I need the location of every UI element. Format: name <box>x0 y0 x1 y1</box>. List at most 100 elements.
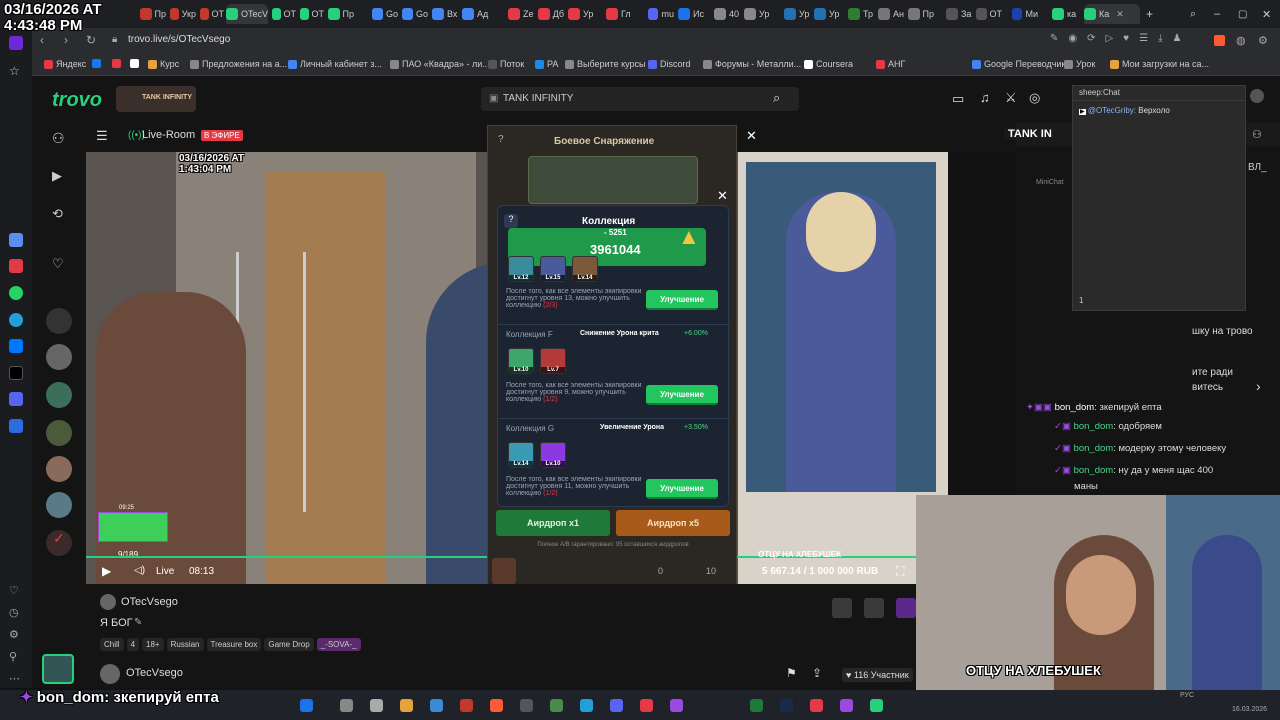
globe-icon[interactable]: ◎ <box>1029 90 1040 106</box>
app-icon[interactable] <box>580 699 593 712</box>
tag[interactable]: 4 <box>126 638 140 651</box>
app-icon[interactable] <box>9 419 23 433</box>
browser-tab[interactable]: Тр <box>848 4 874 24</box>
streamer-name[interactable]: OTecVsego <box>121 596 178 608</box>
app-icon[interactable] <box>9 259 23 273</box>
telegram-icon[interactable] <box>9 313 23 327</box>
browser-tab[interactable]: Пр <box>140 4 166 24</box>
close-window-icon[interactable]: ✕ <box>1262 4 1276 24</box>
fullscreen-icon[interactable]: ⛶ <box>896 564 904 579</box>
item-slot[interactable]: Lv.10 <box>540 442 566 468</box>
bookmark[interactable]: ПАО «Квадра» - ли... <box>390 59 490 69</box>
item-slot[interactable]: Lv.10 <box>508 348 534 374</box>
settings-icon[interactable] <box>370 699 383 712</box>
app-icon[interactable] <box>870 699 883 712</box>
flag-icon[interactable]: ⚑ <box>786 666 797 680</box>
user-avatar[interactable] <box>1250 89 1264 103</box>
bookmark[interactable]: Выберите курсы <box>565 59 646 69</box>
message-icon[interactable]: ▭ <box>952 91 964 107</box>
app-icon[interactable] <box>300 699 313 712</box>
more-icon[interactable]: ⋯ <box>9 672 23 686</box>
browser-tab[interactable]: Zе <box>508 4 534 24</box>
url-input[interactable]: trovo.live/s/OTecVsego <box>128 34 230 45</box>
emote-button[interactable] <box>832 598 852 618</box>
browser-tab[interactable]: Вх <box>432 4 458 24</box>
browser-tab[interactable]: ОТ <box>300 4 324 24</box>
menu-icon[interactable]: ☰ <box>96 128 108 144</box>
live-room-label[interactable]: Live-Room <box>142 129 195 141</box>
back-icon[interactable]: ‹ <box>40 33 44 47</box>
browser-tab[interactable]: Ан <box>878 4 904 24</box>
browser-tab[interactable]: Go <box>372 4 398 24</box>
browser-tab[interactable]: ка <box>1052 4 1080 24</box>
close-icon[interactable]: ✕ <box>746 128 757 144</box>
following-icon[interactable]: ♡ <box>52 256 64 272</box>
browser-tab[interactable]: ОТ <box>976 4 1002 24</box>
channel-avatar[interactable] <box>46 344 72 370</box>
heart-icon[interactable]: ♡ <box>9 584 23 598</box>
app-icon[interactable] <box>430 699 443 712</box>
browser-tab-active[interactable]: OTecV <box>226 4 268 24</box>
bookmark[interactable]: Яндекс <box>44 59 86 69</box>
new-tab-icon[interactable]: + <box>1146 4 1160 24</box>
gift-icon[interactable]: ⚔ <box>1005 90 1017 106</box>
emote-button[interactable] <box>896 598 916 618</box>
trovo-logo[interactable]: trovo <box>52 89 102 112</box>
browser-tab[interactable]: Ад <box>462 4 490 24</box>
search-icon[interactable]: ⌕ <box>773 90 780 106</box>
browser-tab[interactable]: Ка ✕ <box>1084 4 1140 24</box>
app-icon[interactable] <box>550 699 563 712</box>
app-icon[interactable] <box>400 699 413 712</box>
play-icon[interactable]: ▶ <box>102 564 111 578</box>
item-slot[interactable]: Lv.14 <box>508 442 534 468</box>
streamer-avatar[interactable] <box>100 594 116 610</box>
video-icon[interactable]: ▶ <box>52 168 62 184</box>
channel-avatar[interactable] <box>46 420 72 446</box>
taskbar-date[interactable]: 16.03.2026 <box>1232 706 1267 713</box>
item-slot[interactable]: Lv.7 <box>540 348 566 374</box>
bookmark-icon[interactable] <box>112 59 121 68</box>
browser-tab[interactable]: Пр <box>908 4 934 24</box>
browser-tab[interactable]: Ур <box>744 4 770 24</box>
edit-icon[interactable]: ✎ <box>134 617 142 628</box>
app-icon[interactable] <box>9 233 23 247</box>
emote-button[interactable] <box>864 598 884 618</box>
forward-icon[interactable]: › <box>64 33 68 47</box>
search-tabs-icon[interactable]: ⌕ <box>1190 4 1204 24</box>
tag[interactable]: Treasure box <box>206 638 262 651</box>
vpn-icon[interactable]: ◍ <box>1236 34 1246 47</box>
channel-avatar[interactable] <box>46 382 72 408</box>
item-slot[interactable]: Lv.15 <box>540 256 566 282</box>
browser-tab[interactable]: Гл <box>606 4 632 24</box>
share-icon[interactable]: ⇪ <box>812 666 822 680</box>
app-icon[interactable] <box>840 699 853 712</box>
upgrade-button[interactable]: Улучшение <box>646 385 718 405</box>
x-icon[interactable] <box>9 366 23 380</box>
tag[interactable]: Chill <box>100 638 124 651</box>
airdrop-x1-button[interactable]: Аирдроп x1 <box>496 510 610 536</box>
app-icon[interactable] <box>340 699 353 712</box>
toolbar-icons[interactable]: ✎◉⟳▷♥☰⤓♟ <box>1050 33 1191 44</box>
item-slot[interactable]: Lv.14 <box>572 256 598 282</box>
category-badge[interactable]: TANK INFINITY <box>116 86 196 112</box>
browser-tab[interactable]: Ур <box>784 4 810 24</box>
bookmark[interactable]: Coursera <box>804 59 853 69</box>
app-icon[interactable] <box>670 699 683 712</box>
settings-icon[interactable]: ⚙ <box>9 628 23 642</box>
bookmark[interactable]: Курс <box>148 59 179 69</box>
channel-avatar[interactable]: ✓ <box>46 530 72 556</box>
upgrade-button[interactable]: Улучшение <box>646 290 718 310</box>
app-icon[interactable] <box>460 699 473 712</box>
menu-icon[interactable]: ⚙ <box>1258 34 1268 47</box>
app-icon[interactable] <box>610 699 623 712</box>
help-icon[interactable]: ? <box>498 134 504 145</box>
tag[interactable]: 18+ <box>142 638 164 651</box>
tag[interactable]: Russian <box>166 638 204 651</box>
app-icon[interactable] <box>750 699 763 712</box>
bookmark[interactable]: Форумы - Металли... <box>703 59 801 69</box>
chat-users-icon[interactable]: ⚇ <box>1252 128 1262 141</box>
browser-tab[interactable]: Go <box>402 4 428 24</box>
keyboard-language[interactable]: РУС <box>1180 692 1194 699</box>
live-avatar[interactable] <box>42 654 74 684</box>
history-icon[interactable]: ◷ <box>9 606 23 620</box>
